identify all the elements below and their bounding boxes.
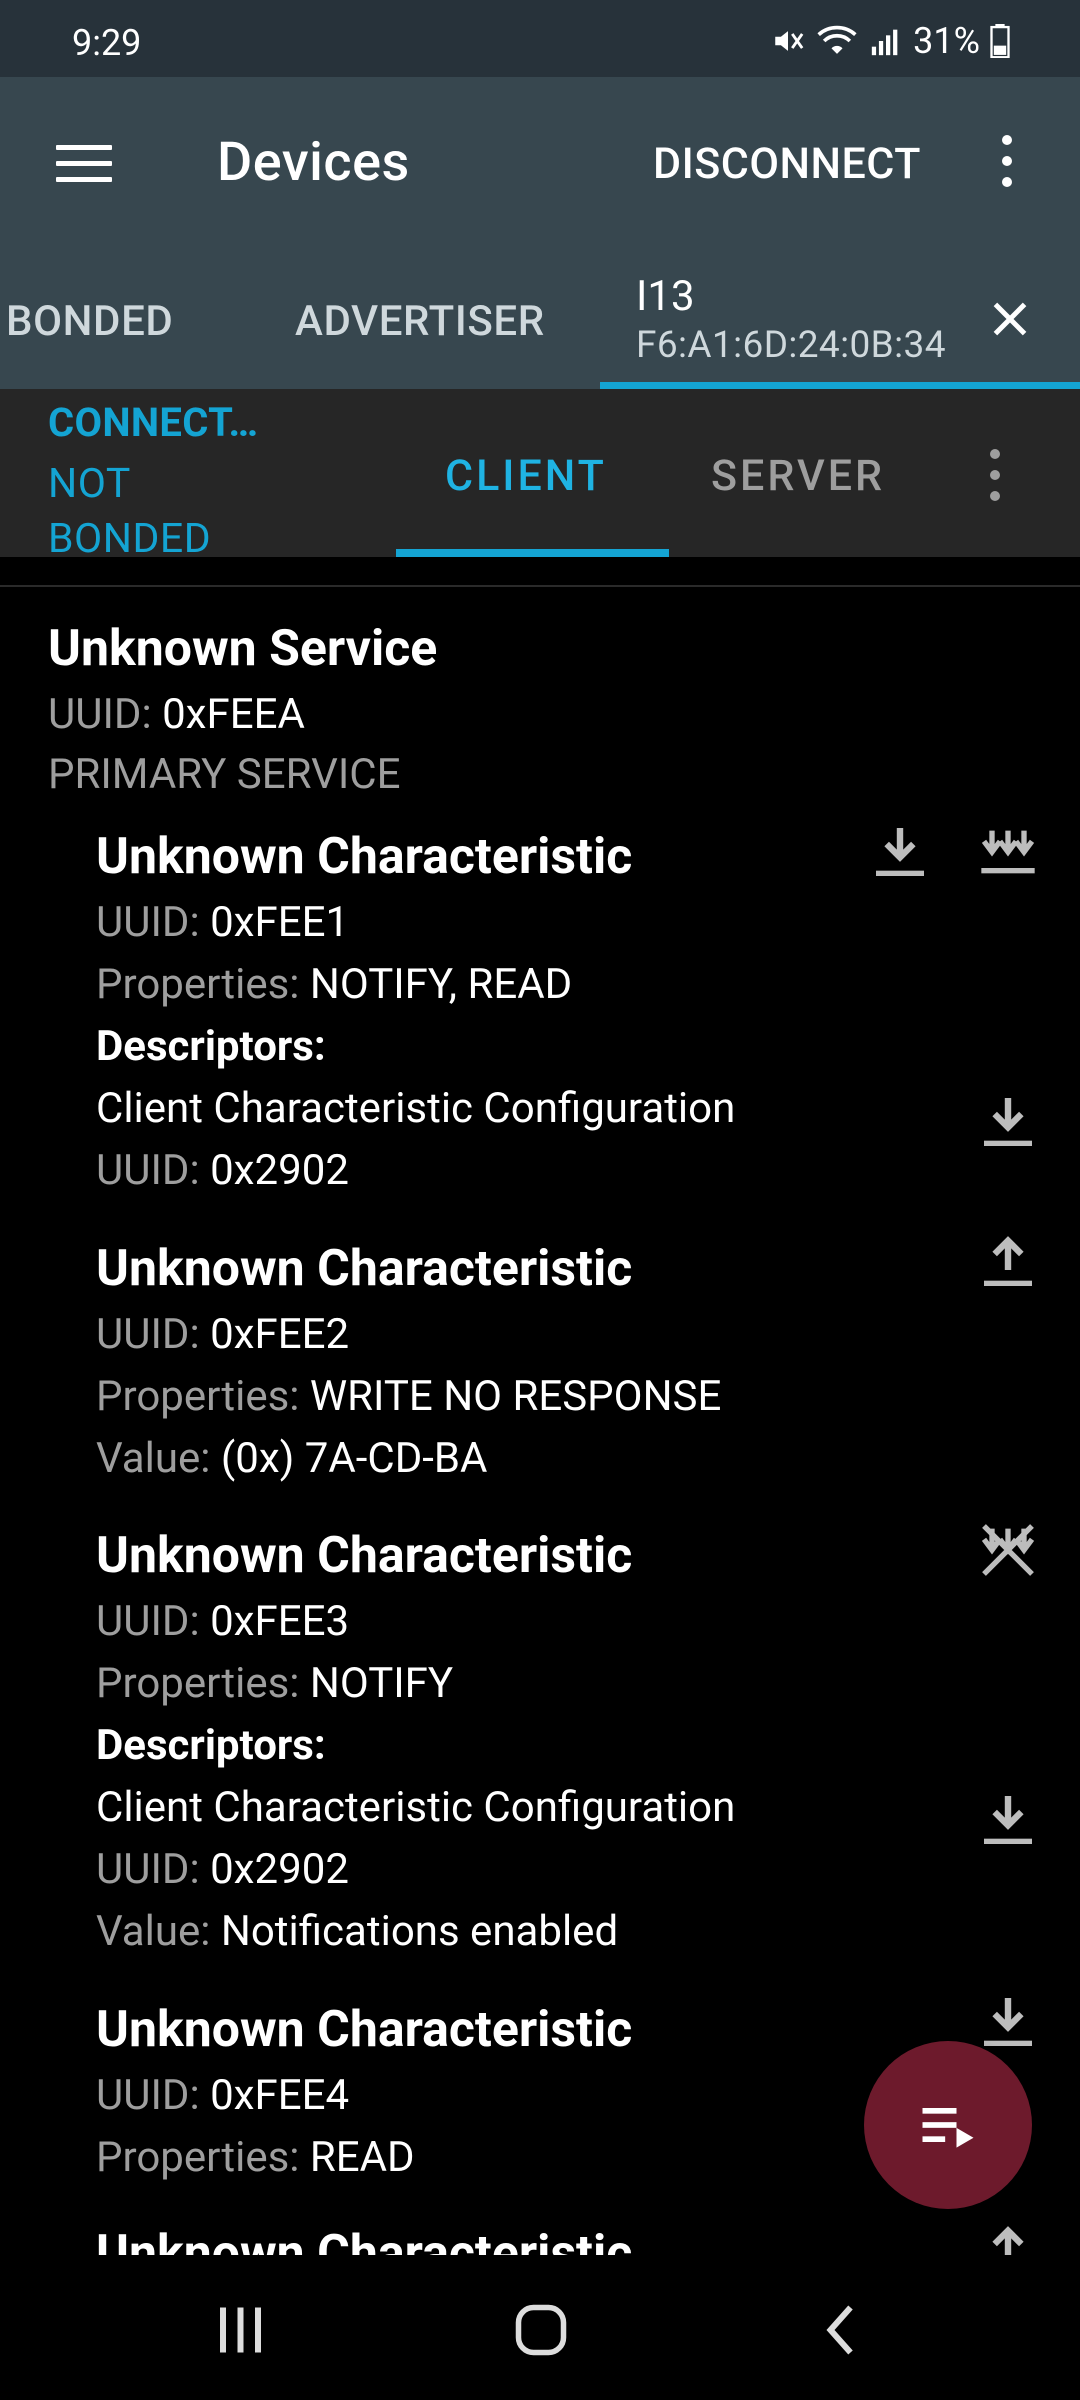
recents-icon[interactable] [205,2300,275,2360]
device-name: I13 [636,272,695,321]
signal-icon [871,29,898,56]
write-icon[interactable] [976,2220,1040,2255]
system-nav-bar [0,2255,1080,2400]
service-type: PRIMARY SERVICE [48,750,401,799]
read-descriptor-icon[interactable] [976,1090,1040,1154]
battery-icon [990,24,1010,58]
service-list[interactable]: Unknown Service UUID: 0xFEEA PRIMARY SER… [0,590,1080,2255]
characteristic-uuid: UUID: 0xFEE2 [96,1310,350,1359]
service-name[interactable]: Unknown Service [48,620,437,678]
bond-state: NOT BONDED [48,460,212,563]
mute-icon [775,31,804,51]
home-icon[interactable] [506,2300,576,2360]
menu-icon[interactable] [56,145,112,182]
characteristic-name[interactable]: Unknown Characteristic [96,1527,632,1585]
notify-icon[interactable] [976,820,1040,884]
descriptor-value: Value: Notifications enabled [96,1907,619,1956]
app-bar: Devices DISCONNECT [0,77,1080,252]
tab-server[interactable]: SERVER [711,451,885,501]
characteristic-value: Value: (0x) 7A-CD-BA [96,1434,488,1483]
read-descriptor-icon[interactable] [976,1788,1040,1852]
characteristic-name[interactable]: Unknown Characteristic [96,2225,632,2255]
back-icon[interactable] [808,2300,878,2360]
characteristic-uuid: UUID: 0xFEE3 [96,1597,350,1646]
tab-device[interactable]: I13 F6:A1:6D:24:0B:34 [600,252,1080,389]
descriptor-name[interactable]: Client Characteristic Configuration [96,1084,735,1133]
divider [0,585,1080,587]
status-time: 9:29 [72,22,142,64]
device-address: F6:A1:6D:24:0B:34 [636,324,946,367]
read-icon[interactable] [976,1990,1040,2054]
characteristic-properties: Properties: READ [96,2133,415,2182]
notify-disable-icon[interactable] [976,1518,1040,1582]
client-tab-indicator [396,549,669,557]
status-bar: 9:29 31% [0,0,1080,77]
device-tabs: BONDED ADVERTISER I13 F6:A1:6D:24:0B:34 [0,252,1080,389]
battery-percent: 31% [913,20,980,62]
descriptor-uuid: UUID: 0x2902 [96,1845,349,1894]
tab-advertiser[interactable]: ADVERTISER [295,297,545,346]
log-button[interactable] [864,2041,1032,2209]
write-icon[interactable] [976,1230,1040,1294]
characteristic-uuid: UUID: 0xFEE1 [96,898,350,947]
more-options-icon[interactable] [1002,135,1014,195]
descriptor-uuid: UUID: 0x2902 [96,1146,349,1195]
descriptors-label: Descriptors: [96,1022,326,1071]
characteristic-name[interactable]: Unknown Characteristic [96,2001,632,2059]
log-icon [922,2108,974,2148]
tab-indicator [600,382,1080,389]
page-title: Devices [217,131,410,194]
more-options-icon[interactable] [990,449,1002,509]
characteristic-properties: Properties: NOTIFY, READ [96,960,573,1009]
descriptors-label: Descriptors: [96,1721,326,1770]
connection-bar: CONNECT… NOT BONDED CLIENT SERVER [0,389,1080,563]
tab-client[interactable]: CLIENT [445,451,607,501]
tab-bonded[interactable]: BONDED [6,297,173,346]
read-icon[interactable] [868,820,932,884]
connection-state[interactable]: CONNECT… [48,399,258,446]
wifi-icon [817,25,857,54]
disconnect-button[interactable]: DISCONNECT [653,139,921,189]
characteristic-properties: Properties: WRITE NO RESPONSE [96,1372,722,1421]
characteristic-uuid: UUID: 0xFEE4 [96,2071,350,2120]
close-icon[interactable] [985,294,1035,344]
descriptor-name[interactable]: Client Characteristic Configuration [96,1783,735,1832]
characteristic-name[interactable]: Unknown Characteristic [96,1240,632,1298]
characteristic-name[interactable]: Unknown Characteristic [96,828,632,886]
characteristic-properties: Properties: NOTIFY [96,1659,454,1708]
service-uuid: UUID: 0xFEEA [48,690,305,739]
